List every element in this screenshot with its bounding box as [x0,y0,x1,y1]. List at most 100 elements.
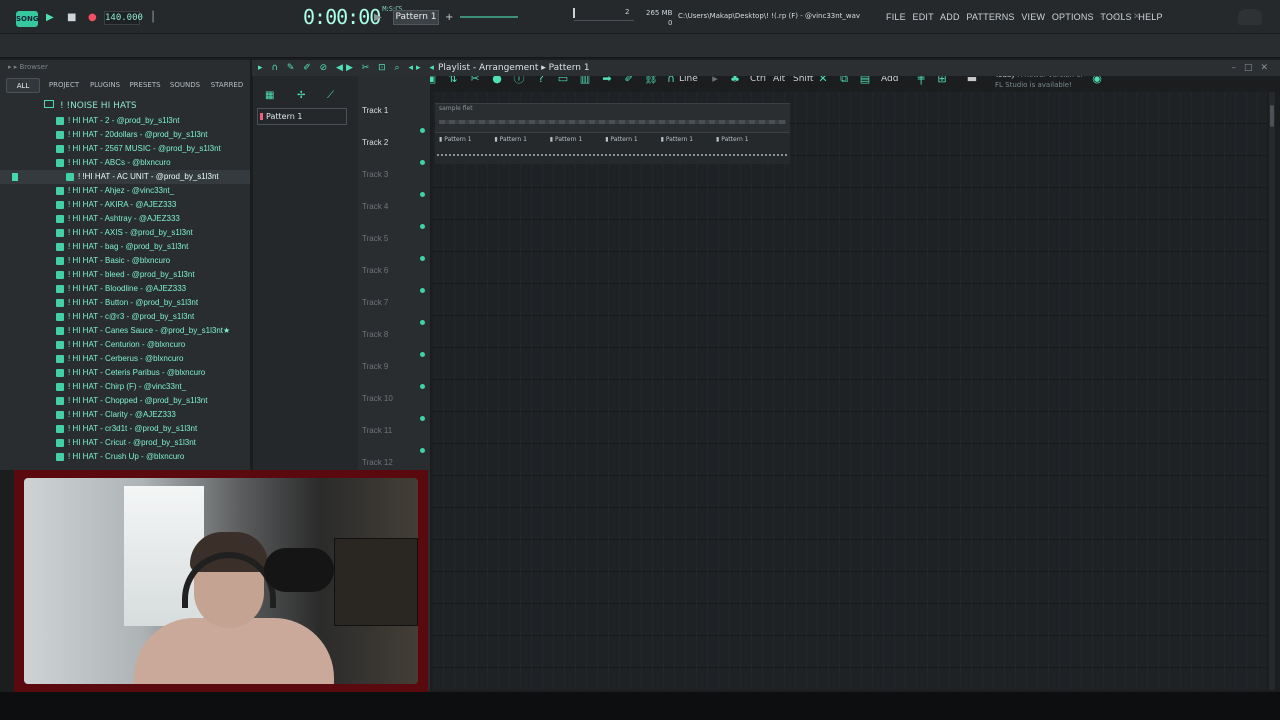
menu-edit[interactable]: EDIT [913,12,934,22]
list-item[interactable]: ! HI HAT - 2 - @prod_by_s1l3nt [0,114,250,128]
audio-file-icon [56,229,64,237]
pattern-clip[interactable]: ▮ Pattern 1 [439,136,472,143]
pattern-clip[interactable]: ▮ Pattern 1 [550,136,583,143]
list-item[interactable]: ! HI HAT - Chopped - @prod_by_s1l3nt [0,394,250,408]
track-mute-led[interactable] [420,448,425,453]
list-item[interactable]: ! HI HAT - bag - @prod_by_s1l3nt [0,240,250,254]
pattern-clip[interactable]: ▮ Pattern 1 [605,136,638,143]
playlist-grid[interactable] [433,92,1267,690]
tab-starred[interactable]: STARRED [207,78,247,93]
list-item[interactable]: ! HI HAT - Cricut - @prod_by_s1l3nt [0,436,250,450]
list-item[interactable]: ! HI HAT - Clarity - @AJEZ333 [0,408,250,422]
track-mute-led[interactable] [420,416,425,421]
list-item[interactable]: ! HI HAT - ABCs - @blxncuro [0,156,250,170]
list-item[interactable]: ! HI HAT - Ashtray - @AJEZ333 [0,212,250,226]
master-volume-meter[interactable] [460,16,518,18]
track-mute-led[interactable] [420,384,425,389]
pattern-clip[interactable]: ▮ Pattern 1 [494,136,527,143]
track-mute-led[interactable] [420,128,425,133]
picker-audio-icon[interactable]: ✢ [297,90,305,101]
list-item[interactable]: ! HI HAT - Chirp (F) - @vinc33nt_ [0,380,250,394]
track-mute-led[interactable] [420,160,425,165]
list-item[interactable]: ! HI HAT - Ahjez - @vinc33nt_ [0,184,250,198]
menu-file[interactable]: FILE [886,12,906,22]
track-label[interactable]: Track 4 [362,202,388,211]
pitch-slider[interactable] [573,8,575,18]
tab-presets[interactable]: PRESETS [128,78,162,93]
list-item[interactable]: ! HI HAT - Button - @prod_by_s1l3nt [0,296,250,310]
list-item[interactable]: ! HI HAT - Canes Sauce - @prod_by_s1l3nt… [0,324,250,338]
list-item-label: ! HI HAT - bleed - @prod_by_s1l3nt [68,270,195,279]
tab-plugins[interactable]: PLUGINS [87,78,123,93]
list-item[interactable]: ! HI HAT - 20dollars - @prod_by_s1l3nt [0,128,250,142]
vertical-scrollbar[interactable] [1269,92,1275,690]
pattern-clip[interactable]: ▮ Pattern 1 [716,136,749,143]
tab-all[interactable]: ALL [6,78,40,93]
microphone-shape [264,548,334,592]
tempo-display[interactable]: 140.000 [104,11,143,25]
track-label[interactable]: Track 9 [362,362,388,371]
menu-add[interactable]: ADD [940,12,960,22]
list-item[interactable]: ! HI HAT - bleed - @prod_by_s1l3nt [0,268,250,282]
scrollbar-thumb[interactable] [1270,105,1274,127]
menu-view[interactable]: VIEW [1021,12,1045,22]
list-item[interactable]: ! HI HAT - Ceteris Paribus - @blxncuro [0,366,250,380]
track-label[interactable]: Track 10 [362,394,393,403]
track-label[interactable]: Track 5 [362,234,388,243]
track-label[interactable]: Track 3 [362,170,388,179]
list-item[interactable]: ! HI HAT - Basic - @blxncuro [0,254,250,268]
menu-patterns[interactable]: PATTERNS [966,12,1014,22]
track-mute-led[interactable] [420,320,425,325]
audio-clip[interactable]: sample flet [435,103,790,133]
track-label[interactable]: Track 11 [362,426,392,435]
pattern-cell[interactable]: Pattern 1 [257,108,347,125]
pattern-selector[interactable]: Pattern 1 [393,10,439,25]
list-item[interactable]: ! HI HAT - Crush Up - @blxncuro [0,450,250,464]
picker-pattern-icon[interactable]: ▦ [265,90,274,101]
list-item-label: ! HI HAT - 2 - @prod_by_s1l3nt [68,116,180,125]
playlist-window-controls[interactable]: –□✕ [1231,60,1276,76]
track-label[interactable]: Track 1 [362,106,388,115]
audio-file-icon [56,411,64,419]
list-item[interactable]: ! HI HAT - Bloodline - @AJEZ333 [0,282,250,296]
add-pattern-button[interactable]: + [445,12,453,23]
track-label[interactable]: Track 7 [362,298,388,307]
track-label[interactable]: Track 12 [362,458,393,467]
track-mute-led[interactable] [420,352,425,357]
picker-automation-icon[interactable]: ⟋ [327,90,334,101]
track-mute-led[interactable] [420,192,425,197]
record-button[interactable]: ● [88,12,97,23]
fl-logo[interactable]: SONG [16,11,39,27]
pattern-prev-icon[interactable]: ▶ [374,12,382,23]
play-button[interactable]: ▶ [46,12,54,23]
tab-sounds[interactable]: SOUNDS [167,78,203,93]
metronome-icon[interactable]: ┃ [150,12,156,23]
track-label[interactable]: Track 2 [362,138,388,147]
folder-noise-hi-hats[interactable]: ! !NOISE HI HATS [44,100,137,111]
list-item[interactable]: ! !HI HAT - AC UNIT - @prod_by_s1l3nt [0,170,250,184]
list-item[interactable]: ! HI HAT - Cerberus - @blxncuro [0,352,250,366]
list-item-label: ! HI HAT - Button - @prod_by_s1l3nt [68,298,199,307]
news-line2: FL Studio is available! [995,81,1072,89]
list-item[interactable]: ! HI HAT - c@r3 - @prod_by_s1l3nt [0,310,250,324]
list-item[interactable]: ! HI HAT - AKIRA - @AJEZ333 [0,198,250,212]
playlist-title-bar: ▸ ∩ ✎ ✐ ⊘ ◀▶ ✂ ⊡ ⌕ ◂▸ ◂ Playlist - Arran… [252,60,1280,76]
track-mute-led[interactable] [420,288,425,293]
tab-project[interactable]: PROJECT [46,78,82,93]
list-item[interactable]: ! HI HAT - Centurion - @blxncuro [0,338,250,352]
pattern-clip[interactable]: ▮ Pattern 1 [661,136,694,143]
track-label[interactable]: Track 8 [362,330,388,339]
menu-options[interactable]: OPTIONS [1052,12,1094,22]
list-item[interactable]: ! HI HAT - AXIS - @prod_by_s1l3nt [0,226,250,240]
list-item-label: ! HI HAT - Ashtray - @AJEZ333 [68,214,180,223]
track-mute-led[interactable] [420,224,425,229]
pattern-clip-row[interactable]: ▮ Pattern 1 ▮ Pattern 1 ▮ Pattern 1 ▮ Patte… [435,132,790,164]
stop-button[interactable]: ■ [67,12,76,23]
list-item[interactable]: ! HI HAT - cr3d1t - @prod_by_s1l3nt [0,422,250,436]
track-label[interactable]: Track 6 [362,266,388,275]
pattern-clip-label: Pattern 1 [610,136,638,143]
playlist-tools[interactable]: ▸ ∩ ✎ ✐ ⊘ ◀▶ ✂ ⊡ ⌕ ◂▸ ◂ [258,60,437,76]
track-mute-led[interactable] [420,256,425,261]
list-item[interactable]: ! HI HAT - 2567 MUSIC - @prod_by_s1l3nt [0,142,250,156]
window-controls[interactable]: –□✕ [1100,12,1151,22]
